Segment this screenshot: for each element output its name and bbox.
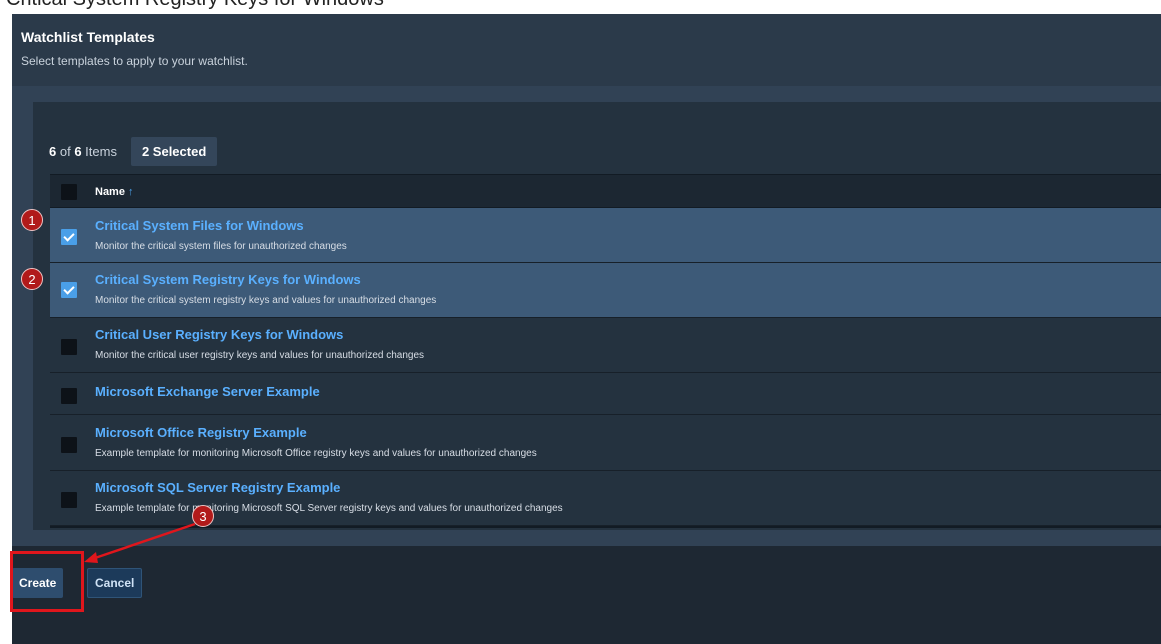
watchlist-templates-dialog: Watchlist Templates Select templates to … [12, 14, 1161, 644]
row-checkbox[interactable] [61, 388, 77, 404]
template-title[interactable]: Microsoft SQL Server Registry Example [95, 480, 340, 495]
templates-grid: Name ↑ Critical System Files for Windows … [50, 174, 1161, 528]
items-count: 6 of 6 Items [49, 143, 117, 159]
items-summary: 6 of 6 Items 2 Selected [49, 136, 218, 166]
template-title[interactable]: Critical User Registry Keys for Windows [95, 327, 343, 342]
cancel-button[interactable]: Cancel [87, 568, 143, 598]
row-checkbox[interactable] [61, 339, 77, 355]
page-heading: Critical System Registry Keys for Window… [6, 0, 384, 11]
table-row[interactable]: Critical System Registry Keys for Window… [50, 263, 1161, 318]
create-button-highlight [10, 551, 84, 612]
template-description: Monitor the critical system files for un… [95, 241, 347, 252]
template-description: Example template for monitoring Microsof… [95, 448, 537, 459]
row-checkbox[interactable] [61, 282, 77, 298]
dialog-title: Watchlist Templates [21, 29, 155, 45]
step-1-marker: 1 [21, 209, 43, 231]
row-checkbox[interactable] [61, 437, 77, 453]
selected-count-badge[interactable]: 2 Selected [130, 136, 218, 166]
table-row[interactable]: Microsoft Office Registry Example Exampl… [50, 415, 1161, 471]
dialog-footer: Create Cancel [12, 546, 1161, 644]
table-row[interactable]: Critical User Registry Keys for Windows … [50, 318, 1161, 373]
template-title[interactable]: Critical System Registry Keys for Window… [95, 272, 361, 287]
template-description: Monitor the critical system registry key… [95, 295, 437, 306]
grid-header: Name ↑ [50, 174, 1161, 208]
dialog-body: 6 of 6 Items 2 Selected Name ↑ Critical S… [12, 86, 1161, 546]
template-title[interactable]: Microsoft Office Registry Example [95, 425, 307, 440]
row-checkbox[interactable] [61, 229, 77, 245]
sort-ascending-icon: ↑ [127, 186, 134, 198]
template-title[interactable]: Critical System Files for Windows [95, 218, 304, 233]
table-row[interactable]: Microsoft SQL Server Registry Example Ex… [50, 471, 1161, 526]
templates-panel: 6 of 6 Items 2 Selected Name ↑ Critical S… [33, 102, 1161, 530]
name-column-header[interactable]: Name ↑ [95, 186, 133, 198]
row-checkbox[interactable] [61, 492, 77, 508]
select-all-checkbox[interactable] [61, 184, 77, 200]
template-description: Example template for monitoring Microsof… [95, 503, 563, 514]
page-heading-strip: Critical System Registry Keys for Window… [0, 0, 1161, 12]
dialog-header: Watchlist Templates Select templates to … [12, 14, 1161, 86]
step-2-marker: 2 [21, 268, 43, 290]
template-title[interactable]: Microsoft Exchange Server Example [95, 384, 320, 399]
template-description: Monitor the critical user registry keys … [95, 350, 425, 361]
table-row[interactable]: Critical System Files for Windows Monito… [50, 208, 1161, 263]
dialog-subtitle: Select templates to apply to your watchl… [21, 54, 248, 68]
table-row[interactable]: Microsoft Exchange Server Example [50, 373, 1161, 415]
step-3-marker: 3 [192, 505, 214, 527]
